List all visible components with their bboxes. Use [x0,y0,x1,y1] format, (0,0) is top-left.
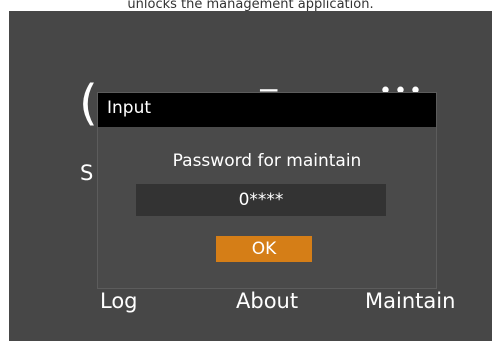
device-screen: ( = ••• S Log About Maintain Input Passw… [9,11,492,341]
dialog-title: Input [107,98,152,118]
settings-icon[interactable]: ( [79,79,98,127]
settings-label[interactable]: S [80,161,93,185]
log-label[interactable]: Log [100,289,138,313]
password-field[interactable]: 0**** [136,184,386,216]
dialog-prompt: Password for maintain [172,151,362,171]
maintain-label[interactable]: Maintain [365,289,455,313]
figure: unlocks the management application. ( = … [0,0,501,349]
ok-button[interactable]: OK [216,236,312,262]
password-dialog: Input Password for maintain 0**** OK [97,92,437,289]
about-label[interactable]: About [236,289,298,313]
dialog-titlebar: Input [98,93,436,127]
